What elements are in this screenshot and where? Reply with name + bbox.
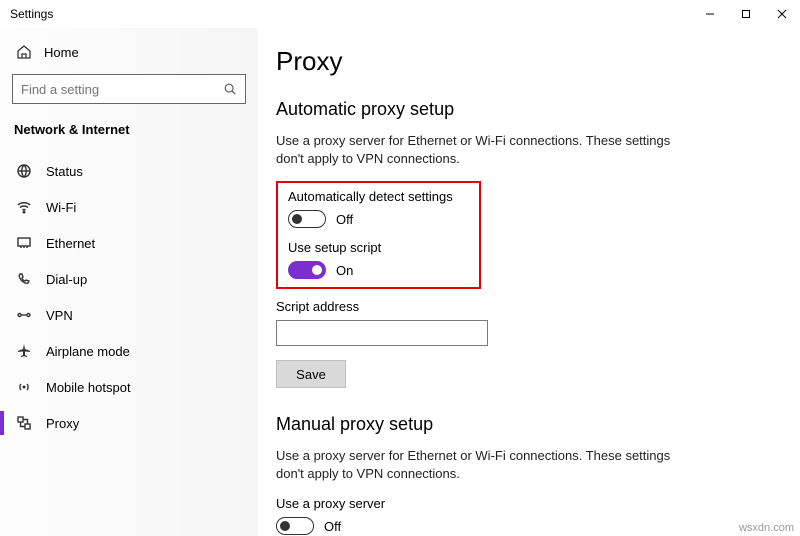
auto-description: Use a proxy server for Ethernet or Wi-Fi… <box>276 132 676 167</box>
detect-toggle[interactable] <box>288 210 326 228</box>
ethernet-icon <box>16 235 32 251</box>
home-icon <box>16 44 32 60</box>
script-label: Use setup script <box>288 240 469 255</box>
script-address-label: Script address <box>276 299 760 314</box>
home-link[interactable]: Home <box>12 36 246 74</box>
script-toggle[interactable] <box>288 261 326 279</box>
search-icon <box>223 82 237 96</box>
save-button[interactable]: Save <box>276 360 346 388</box>
search-input[interactable] <box>12 74 246 104</box>
detect-state: Off <box>336 212 353 227</box>
sidebar-item-label: Wi-Fi <box>46 200 76 215</box>
watermark: wsxdn.com <box>739 522 794 534</box>
sidebar: Home Network & Internet Status Wi-Fi Eth… <box>0 28 258 536</box>
sidebar-section-title: Network & Internet <box>14 122 246 137</box>
sidebar-item-airplane[interactable]: Airplane mode <box>12 333 246 369</box>
sidebar-item-label: Proxy <box>46 416 79 431</box>
sidebar-item-vpn[interactable]: VPN <box>12 297 246 333</box>
wifi-icon <box>16 199 32 215</box>
use-proxy-state: Off <box>324 519 341 534</box>
minimize-button[interactable] <box>692 0 728 28</box>
use-proxy-label: Use a proxy server <box>276 496 760 511</box>
sidebar-item-wifi[interactable]: Wi-Fi <box>12 189 246 225</box>
status-icon <box>16 163 32 179</box>
sidebar-item-hotspot[interactable]: Mobile hotspot <box>12 369 246 405</box>
highlight-box: Automatically detect settings Off Use se… <box>276 181 481 289</box>
detect-label: Automatically detect settings <box>288 189 469 204</box>
script-state: On <box>336 263 353 278</box>
close-button[interactable] <box>764 0 800 28</box>
sidebar-item-dialup[interactable]: Dial-up <box>12 261 246 297</box>
manual-description: Use a proxy server for Ethernet or Wi-Fi… <box>276 447 676 482</box>
window-title: Settings <box>10 7 53 21</box>
proxy-icon <box>16 415 32 431</box>
main-content: Proxy Automatic proxy setup Use a proxy … <box>258 28 800 536</box>
dialup-icon <box>16 271 32 287</box>
hotspot-icon <box>16 379 32 395</box>
sidebar-item-label: Dial-up <box>46 272 87 287</box>
sidebar-item-label: VPN <box>46 308 73 323</box>
titlebar: Settings <box>0 0 800 28</box>
sidebar-item-status[interactable]: Status <box>12 153 246 189</box>
page-title: Proxy <box>276 46 760 77</box>
sidebar-item-label: Status <box>46 164 83 179</box>
sidebar-item-ethernet[interactable]: Ethernet <box>12 225 246 261</box>
home-label: Home <box>44 45 79 60</box>
maximize-button[interactable] <box>728 0 764 28</box>
sidebar-item-label: Ethernet <box>46 236 95 251</box>
sidebar-item-label: Airplane mode <box>46 344 130 359</box>
manual-heading: Manual proxy setup <box>276 414 760 435</box>
sidebar-item-proxy[interactable]: Proxy <box>12 405 246 441</box>
use-proxy-toggle[interactable] <box>276 517 314 535</box>
auto-heading: Automatic proxy setup <box>276 99 760 120</box>
vpn-icon <box>16 307 32 323</box>
search-field[interactable] <box>21 82 223 97</box>
script-address-input[interactable] <box>276 320 488 346</box>
sidebar-item-label: Mobile hotspot <box>46 380 131 395</box>
airplane-icon <box>16 343 32 359</box>
